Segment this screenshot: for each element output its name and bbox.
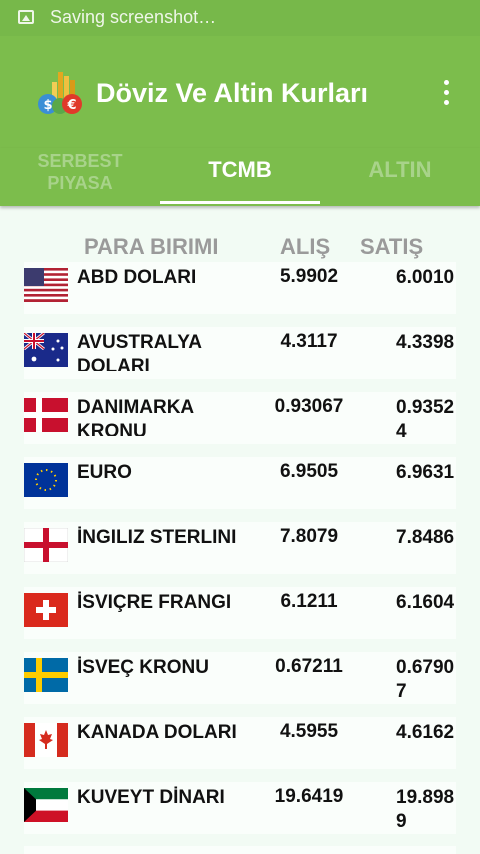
buy-rate: 4.3117 <box>280 331 338 352</box>
svg-text:$: $ <box>43 98 52 113</box>
tab-serbest-piyasa[interactable]: SERBEST PIYASA <box>0 148 160 206</box>
currency-name: İSVEÇ KRONU <box>77 657 209 678</box>
kuwait-flag-icon <box>24 788 68 822</box>
sell-rate: 7.8486 <box>396 527 455 548</box>
tab-altin[interactable]: ALTIN <box>320 148 480 206</box>
app-title: Döviz Ve Altin Kurları <box>96 78 369 108</box>
canada-flag-icon <box>24 723 68 757</box>
switzerland-flag-icon <box>24 593 68 627</box>
currency-name: DANIMARKA KRONU <box>77 397 194 436</box>
table-row[interactable]: İSVIÇRE FRANGI 6.1211 6.1604 <box>24 587 456 639</box>
table-row[interactable]: AVUSTRALYA DOLARI 4.3117 4.3398 <box>24 327 456 379</box>
sell-rate: 6.0010 <box>396 267 455 288</box>
table-row[interactable]: İNGILIZ STERLINI 7.8079 7.8486 <box>24 522 456 574</box>
currency-name: EURO <box>77 462 132 483</box>
sell-rate: 6.9631 <box>396 462 455 483</box>
eu-flag-icon <box>24 463 68 497</box>
currency-name: İNGILIZ STERLINI <box>77 527 237 548</box>
england-flag-icon <box>24 528 68 562</box>
sell-rate: 4.3398 <box>396 332 455 353</box>
coins-currency-icon: $ € <box>38 72 82 114</box>
image-icon <box>18 10 34 24</box>
currency-name: İSVIÇRE FRANGI <box>77 592 232 613</box>
denmark-flag-icon <box>24 398 68 432</box>
buy-rate: 5.9902 <box>279 266 339 287</box>
table-row[interactable]: KANADA DOLARI 4.5955 4.6162 <box>24 717 456 769</box>
sell-rate: 0.93524 <box>396 397 455 440</box>
status-bar: Saving screenshot… <box>0 0 480 36</box>
table-row[interactable]: İSVEÇ KRONU 0.67211 0.67907 <box>24 652 456 704</box>
currency-name: AVUSTRALYA DOLARI <box>77 332 202 371</box>
app-bar: $ € Döviz Ve Altin Kurları <box>0 36 480 148</box>
currency-name: KUVEYT DİNARI <box>77 787 225 808</box>
table-row[interactable]: ABD DOLARI 5.9902 6.0010 <box>24 262 456 314</box>
buy-rate: 6.1211 <box>280 591 338 612</box>
buy-rate: 7.8079 <box>279 526 339 547</box>
header-currency: PARA BIRIMI <box>84 234 219 259</box>
sell-rate: 19.8989 <box>396 787 455 830</box>
sell-rate: 4.6162 <box>396 722 455 743</box>
sell-rate: 0.67907 <box>396 657 455 700</box>
us-flag-icon <box>24 268 68 302</box>
tab-bar: SERBEST PIYASA TCMB ALTIN <box>0 148 480 206</box>
table-row[interactable] <box>24 846 456 854</box>
buy-rate: 0.93067 <box>274 396 344 417</box>
currency-name: ABD DOLARI <box>77 267 197 288</box>
status-text: Saving screenshot… <box>50 7 217 27</box>
header-buy: ALIŞ <box>280 234 331 259</box>
header-sell: SATIŞ <box>360 234 424 259</box>
sweden-flag-icon <box>24 658 68 692</box>
buy-rate: 6.9505 <box>279 461 339 482</box>
sell-rate: 6.1604 <box>396 592 455 613</box>
table-row[interactable]: DANIMARKA KRONU 0.93067 0.93524 <box>24 392 456 444</box>
svg-text:€: € <box>66 98 76 113</box>
buy-rate: 0.67211 <box>275 656 343 677</box>
tab-tcmb[interactable]: TCMB <box>160 148 320 206</box>
table-row[interactable]: EURO 6.9505 6.9631 <box>24 457 456 509</box>
overflow-menu-icon[interactable] <box>436 80 456 108</box>
currency-name: KANADA DOLARI <box>77 722 237 743</box>
buy-rate: 4.5955 <box>279 721 339 742</box>
buy-rate: 19.6419 <box>274 786 344 807</box>
australia-flag-icon <box>24 333 68 367</box>
table-row[interactable]: KUVEYT DİNARI 19.6419 19.8989 <box>24 782 456 834</box>
